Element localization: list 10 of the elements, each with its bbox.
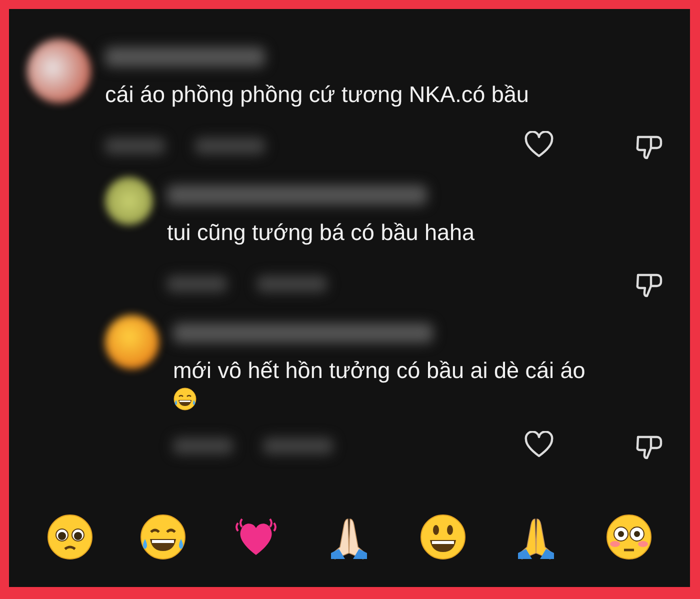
avatar-placeholder[interactable] <box>105 315 159 369</box>
smiling-face-emoji-icon[interactable] <box>418 513 467 561</box>
avatar-placeholder[interactable] <box>105 177 153 225</box>
flushed-face-emoji-icon[interactable] <box>605 513 654 561</box>
comment-text: mới vô hết hồn tưởng có bầu ai dè cái áo <box>173 357 586 385</box>
comment-text: tui cũng tướng bá có bầu haha <box>167 219 476 247</box>
avatar-placeholder[interactable] <box>27 39 91 103</box>
laughing-emoji-icon[interactable] <box>138 513 187 561</box>
comment-text: cái áo phồng phồng cứ tương NKA.có bầu <box>105 81 530 109</box>
pleading-face-emoji-icon[interactable] <box>46 513 94 561</box>
